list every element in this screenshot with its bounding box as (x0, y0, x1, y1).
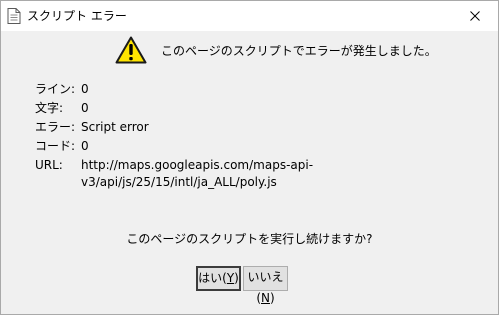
title-bar[interactable]: スクリプト エラー (1, 1, 498, 31)
window-title: スクリプト エラー (27, 9, 127, 23)
warning-icon (115, 36, 147, 64)
url-label: URL: (35, 158, 63, 172)
error-label: エラー: (35, 120, 76, 134)
yes-label-close: ) (234, 271, 239, 285)
url-value: http://maps.googleapis.com/maps-api- v3/… (81, 157, 314, 191)
no-label-close: ) (269, 291, 275, 305)
line-label: ライン: (35, 82, 76, 96)
yes-button[interactable]: はい(Y) (196, 266, 241, 291)
script-error-dialog: スクリプト エラー このページのスクリプトでエラーが発生しました。 ライン: 0… (0, 0, 499, 315)
char-value: 0 (81, 101, 89, 115)
document-icon (7, 8, 21, 24)
close-icon (470, 11, 480, 21)
no-button[interactable]: いいえ(N) (243, 266, 288, 305)
code-label: コード: (35, 139, 76, 153)
char-label: 文字: (35, 101, 64, 115)
yes-label: はい( (198, 271, 227, 285)
url-line-1: http://maps.googleapis.com/maps-api- (81, 158, 314, 172)
url-line-2: v3/api/js/25/15/intl/ja_ALL/poly.js (81, 175, 277, 189)
line-value: 0 (81, 82, 89, 96)
code-value: 0 (81, 139, 89, 153)
no-accelerator: N (261, 291, 270, 305)
close-button[interactable] (452, 1, 498, 31)
continue-question: このページのスクリプトを実行し続けますか? (126, 232, 373, 246)
error-value: Script error (81, 120, 149, 134)
error-message: このページのスクリプトでエラーが発生しました。 (161, 44, 437, 58)
